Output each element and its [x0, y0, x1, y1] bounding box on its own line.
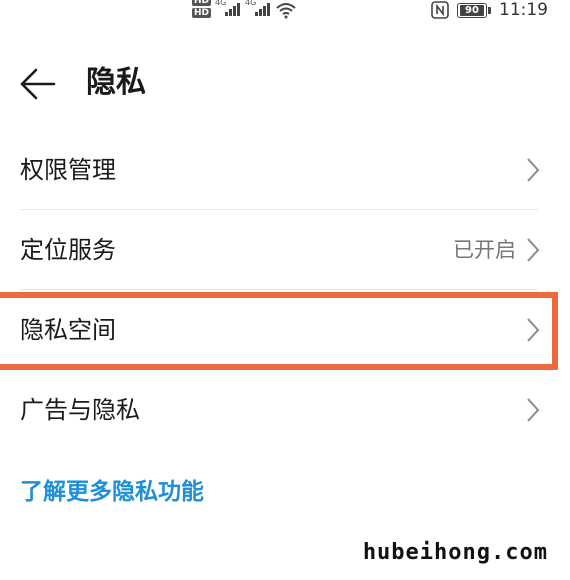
chevron-right-icon — [527, 238, 540, 262]
chevron-right-icon — [527, 158, 540, 182]
setting-label: 权限管理 — [20, 156, 116, 184]
hd-badge-2: HD — [192, 8, 212, 18]
signal-icon-1: 4G — [215, 0, 241, 20]
watermark: hubeihong.com — [362, 540, 548, 565]
setting-label: 定位服务 — [20, 236, 116, 264]
learn-more-link[interactable]: 了解更多隐私功能 — [20, 476, 204, 508]
chevron-right-icon — [527, 318, 540, 342]
hd-badge-1: HD — [192, 0, 212, 6]
chevron-right-icon — [527, 398, 540, 422]
setting-ads-privacy[interactable]: 广告与隐私 — [0, 370, 570, 450]
settings-list: 权限管理 定位服务 已开启 隐私空间 广告与隐私 — [0, 130, 570, 450]
hd-badges: HD HD — [192, 0, 212, 18]
signal-icon-2: 4G — [245, 0, 271, 20]
battery-icon: 90 — [457, 2, 491, 18]
page-title: 隐私 — [86, 65, 146, 100]
status-bar: HD HD 4G 4G 90 11:19 — [0, 0, 570, 32]
signal-type-2: 4G — [245, 0, 257, 7]
status-right: 90 11:19 — [431, 0, 548, 20]
clock: 11:19 — [499, 0, 548, 20]
signal-type-1: 4G — [215, 0, 227, 7]
setting-location[interactable]: 定位服务 已开启 — [0, 210, 570, 290]
arrow-left-icon — [20, 68, 56, 100]
status-left: HD HD 4G 4G — [192, 0, 297, 24]
nfc-icon — [431, 1, 449, 19]
setting-permissions[interactable]: 权限管理 — [0, 130, 570, 210]
battery-level: 90 — [460, 4, 484, 16]
setting-private-space[interactable]: 隐私空间 — [0, 290, 570, 370]
setting-status: 已开启 — [453, 238, 516, 262]
app-header: 隐私 — [0, 58, 570, 108]
setting-label: 广告与隐私 — [20, 396, 140, 424]
wifi-icon — [276, 3, 296, 19]
setting-label: 隐私空间 — [20, 316, 116, 344]
back-button[interactable] — [18, 66, 58, 102]
